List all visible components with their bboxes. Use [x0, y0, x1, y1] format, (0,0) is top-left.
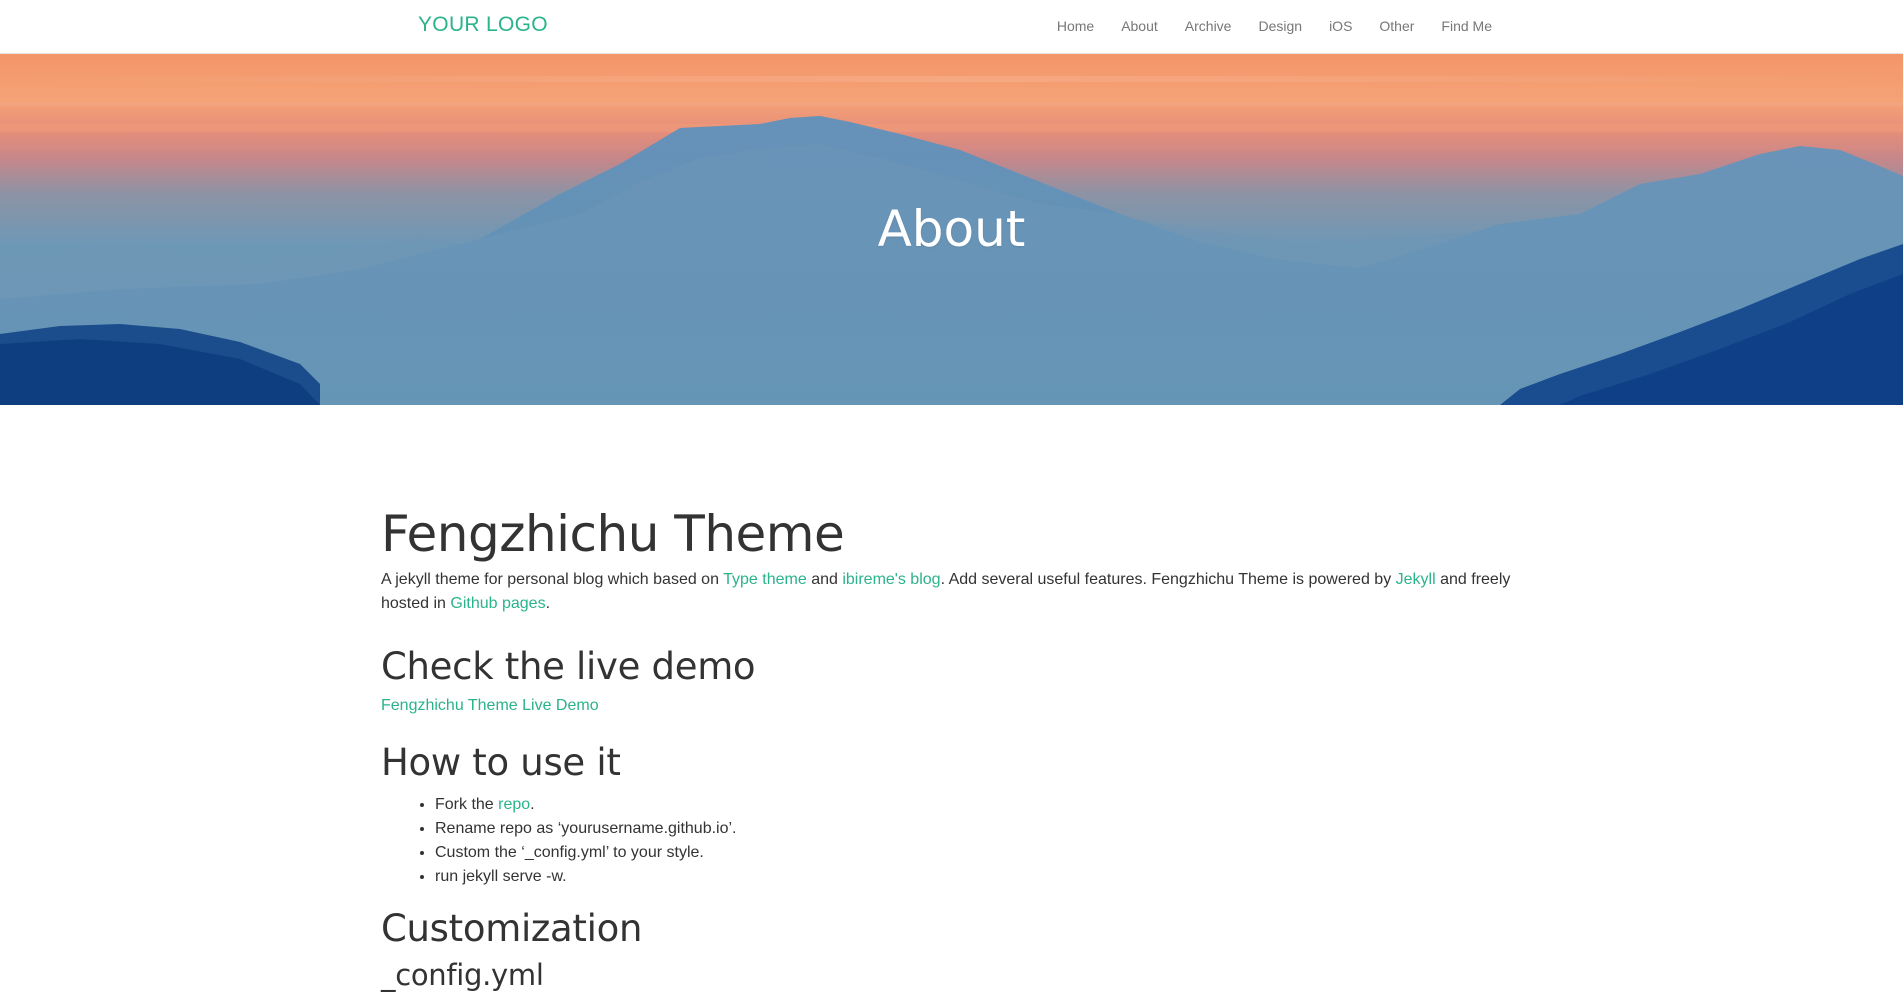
step1-text: Fork the	[435, 796, 499, 813]
top-navbar: YOUR LOGO Home About Archive Design iOS …	[0, 0, 1903, 54]
list-item: Rename repo as ‘yourusername.github.io’.	[435, 817, 1521, 841]
hero-title: About	[877, 200, 1026, 258]
nav-link-find-me[interactable]: Find Me	[1441, 18, 1492, 34]
step1-end: .	[530, 796, 535, 813]
list-item: Custom the ‘_config.yml’ to your style.	[435, 841, 1521, 865]
intro-text-3: . Add several useful features. Fengzhich…	[940, 571, 1396, 588]
nav-item-design: Design	[1258, 18, 1302, 36]
nav-link-archive[interactable]: Archive	[1185, 18, 1232, 34]
nav-item-ios: iOS	[1329, 18, 1352, 36]
jekyll-link[interactable]: Jekyll	[1396, 571, 1436, 588]
logo-link[interactable]: YOUR LOGO	[418, 13, 548, 37]
customization-heading: Customization	[381, 907, 643, 950]
nav-item-other: Other	[1379, 18, 1414, 36]
live-demo-paragraph: Fengzhichu Theme Live Demo	[381, 694, 1521, 718]
ibireme-blog-link[interactable]: ibireme's blog	[842, 571, 940, 588]
nav-link-about[interactable]: About	[1121, 18, 1158, 34]
list-item: Fork the repo.	[435, 793, 1521, 817]
nav-link-ios[interactable]: iOS	[1329, 18, 1352, 34]
how-to-steps-list: Fork the repo. Rename repo as ‘yourusern…	[381, 793, 1521, 889]
live-demo-heading: Check the live demo	[381, 645, 756, 688]
article-title: Fengzhichu Theme	[381, 505, 845, 563]
how-to-heading: How to use it	[381, 741, 621, 784]
nav-item-archive: Archive	[1185, 18, 1232, 36]
repo-link[interactable]: repo	[498, 796, 530, 813]
nav-link-home[interactable]: Home	[1057, 18, 1094, 34]
nav-item-home: Home	[1057, 18, 1094, 36]
intro-text-1: A jekyll theme for personal blog which b…	[381, 571, 724, 588]
live-demo-link[interactable]: Fengzhichu Theme Live Demo	[381, 697, 599, 714]
list-item: run jekyll serve -w.	[435, 865, 1521, 889]
main-nav: Home About Archive Design iOS Other Find…	[1030, 0, 1492, 54]
intro-text-2: and	[806, 571, 843, 588]
nav-link-other[interactable]: Other	[1379, 18, 1414, 34]
nav-link-design[interactable]: Design	[1258, 18, 1302, 34]
config-subheading: _config.yml	[381, 958, 544, 992]
intro-text-5: .	[545, 595, 551, 612]
hero-banner: About	[0, 54, 1903, 405]
article-content: Fengzhichu Theme A jekyll theme for pers…	[381, 500, 1521, 995]
intro-paragraph: A jekyll theme for personal blog which b…	[381, 568, 1521, 616]
nav-item-find-me: Find Me	[1441, 18, 1492, 36]
type-theme-link[interactable]: Type theme	[723, 571, 807, 588]
github-pages-link[interactable]: Github pages	[450, 595, 545, 612]
nav-item-about: About	[1121, 18, 1158, 36]
